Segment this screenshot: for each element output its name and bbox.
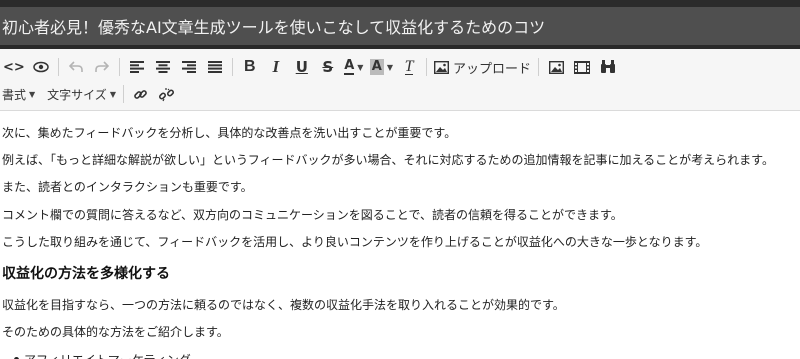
editor-content-area[interactable]: 次に、集めたフィードバックを分析し、具体的な改善点を洗い出すことが重要です。 例… (0, 112, 800, 359)
paragraph: コメント欄での質問に答えるなど、双方向のコミュニケーションを図ることで、読者の信… (2, 208, 623, 222)
background-color-button[interactable]: A ▼ (367, 55, 396, 79)
paragraph: 次に、集めたフィードバックを分析し、具体的な改善点を洗い出すことが重要です。 (2, 126, 457, 140)
remove-link-icon[interactable] (154, 82, 180, 106)
underline-button[interactable]: U (289, 55, 315, 79)
toolbar-separator (538, 58, 540, 76)
toolbar-row-2: 書式 ▼ 文字サイズ ▼ (0, 81, 180, 107)
italic-button[interactable]: I (263, 55, 289, 79)
post-title[interactable]: 初心者必見！優秀なAI文章生成ツールを使いこなして収益化するためのコツ (2, 14, 545, 38)
upload-button[interactable]: アップロード (431, 55, 534, 79)
font-color-button[interactable]: A ▼ (341, 55, 367, 79)
underline-label: U (295, 58, 308, 76)
post-title-bar[interactable]: 初心者必見！優秀なAI文章生成ツールを使いこなして収益化するためのコツ (0, 7, 800, 45)
chevron-down-icon: ▼ (357, 62, 364, 72)
font-color-label: A (344, 58, 355, 75)
font-size-dropdown[interactable]: 文字サイズ ▼ (44, 82, 119, 106)
toolbar-separator (231, 58, 233, 76)
align-left-icon[interactable] (124, 55, 150, 79)
align-justify-icon[interactable] (202, 55, 228, 79)
paragraph: また、読者とのインタラクションも重要です。 (2, 180, 253, 194)
preview-eye-icon[interactable] (28, 55, 54, 79)
source-code-icon[interactable]: <> (0, 55, 28, 79)
toolbar-separator (426, 58, 428, 76)
toolbar-separator (122, 85, 124, 103)
redo-icon[interactable] (89, 55, 115, 79)
paragraph: そのための具体的な方法をご紹介します。 (2, 325, 229, 339)
image-upload-icon (434, 60, 450, 74)
format-dropdown-label: 書式 (2, 87, 27, 102)
window-top-strip (0, 0, 800, 7)
paragraph: 収益化を目指すなら、一つの方法に頼るのではなく、複数の収益化手法を取り入れること… (2, 298, 565, 312)
chevron-down-icon: ▼ (386, 62, 394, 72)
align-center-icon[interactable] (150, 55, 176, 79)
toolbar-row-1: <> B I U S A ▼ A ▼ T アップロード (0, 54, 621, 80)
strike-label: S (322, 58, 334, 76)
section-heading: 収益化の方法を多様化する (2, 266, 170, 282)
editor-toolbar: <> B I U S A ▼ A ▼ T アップロード 書式 ▼ 文字サイズ ▼ (0, 49, 800, 111)
chevron-down-icon: ▼ (109, 89, 116, 99)
insert-link-icon[interactable] (128, 82, 154, 106)
paragraph: こうした取り組みを通じて、フィードバックを活用し、より良いコンテンツを作り上げる… (2, 235, 708, 249)
toolbar-separator (118, 58, 120, 76)
align-right-icon[interactable] (176, 55, 202, 79)
format-dropdown[interactable]: 書式 ▼ (0, 82, 38, 106)
chevron-down-icon: ▼ (29, 89, 36, 99)
upload-label: アップロード (453, 61, 532, 77)
bold-button[interactable]: B (237, 55, 263, 79)
paragraph: 例えば、「もっと詳細な解説が欲しい」というフィードバックが多い場合、それに対応す… (2, 153, 774, 167)
clear-format-button[interactable]: T (396, 55, 422, 79)
font-size-dropdown-label: 文字サイズ (47, 87, 107, 102)
strikethrough-button[interactable]: S (315, 55, 341, 79)
clear-format-icon: T (404, 57, 414, 75)
background-color-label: A (369, 59, 384, 75)
list-item: アフィリエイトマーケティング (14, 351, 191, 359)
toolbar-separator (57, 58, 59, 76)
find-binoculars-icon[interactable] (595, 55, 621, 79)
undo-icon[interactable] (63, 55, 89, 79)
insert-image-icon[interactable] (543, 55, 569, 79)
insert-media-icon[interactable] (569, 55, 595, 79)
